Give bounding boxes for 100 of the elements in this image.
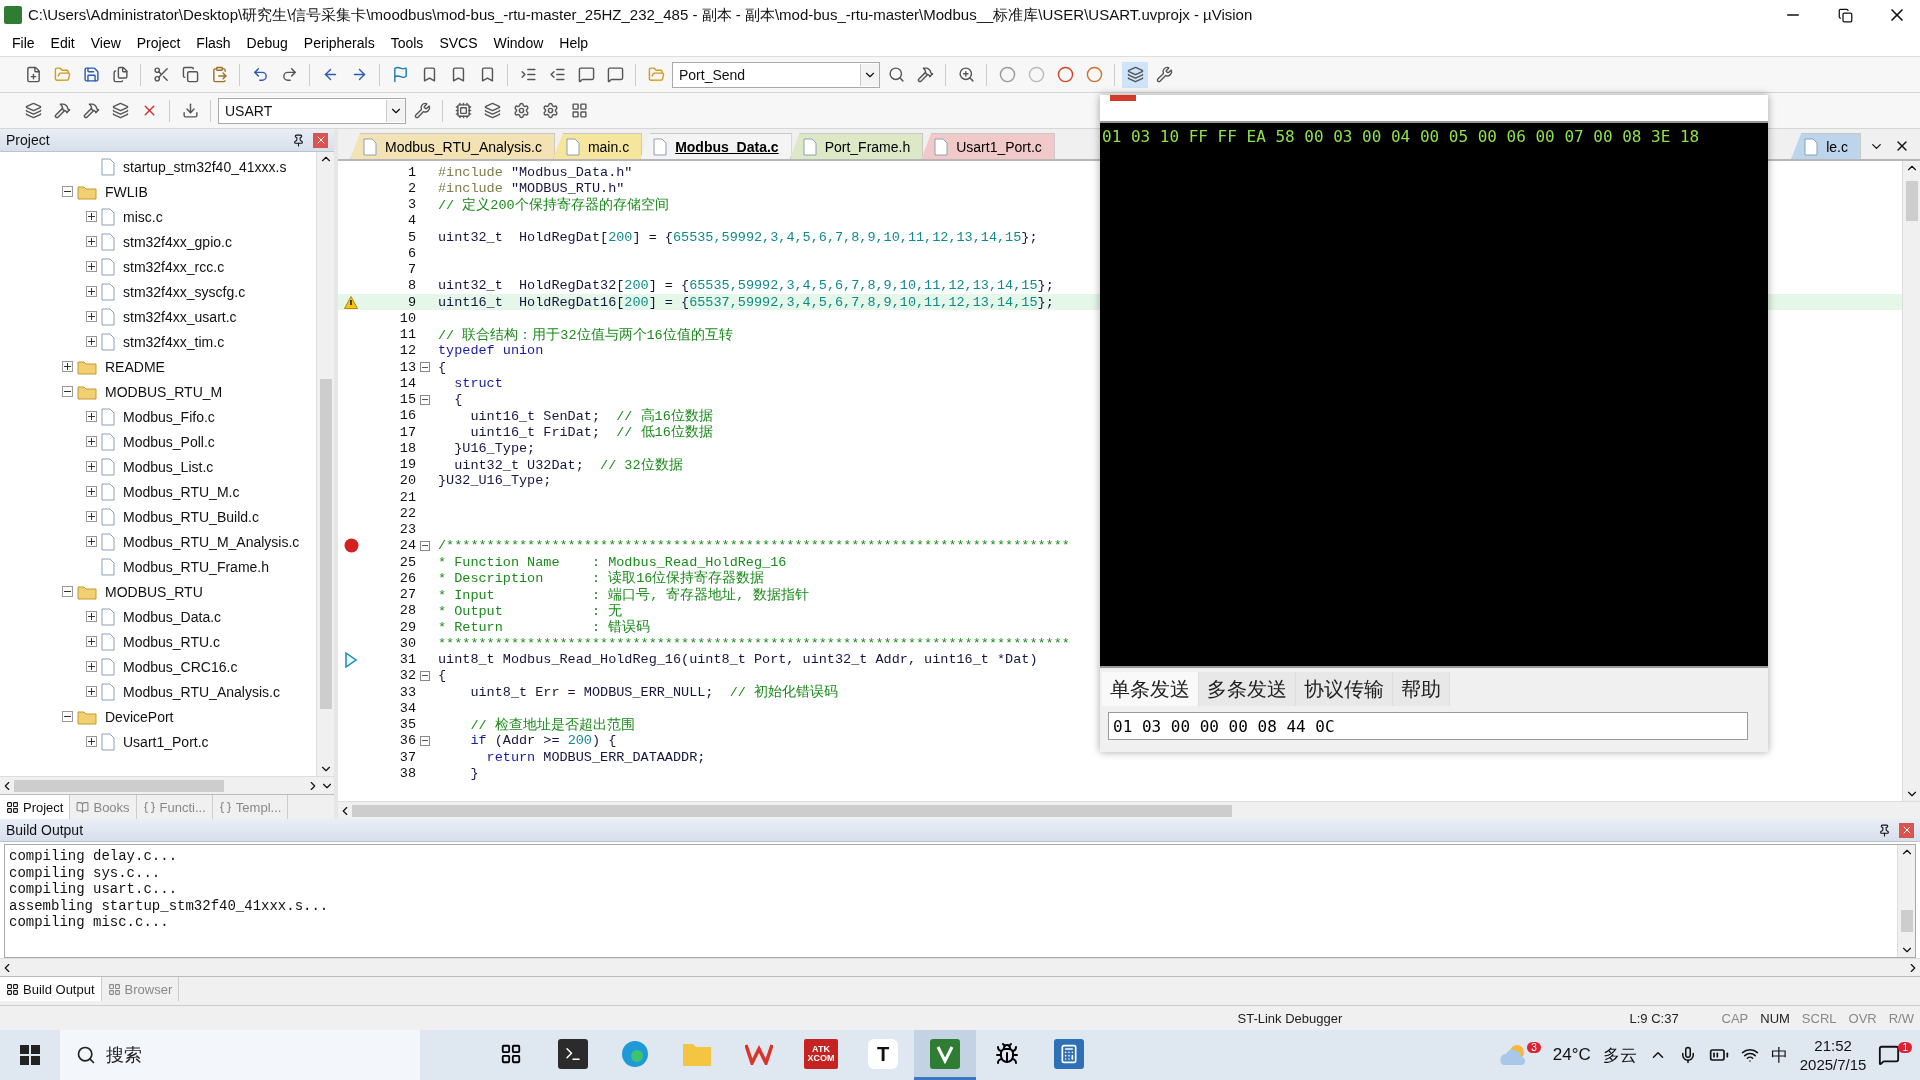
unindent-icon[interactable] [548,66,566,83]
file-tab[interactable]: Modbus_RTU_Analysis.c [350,133,555,159]
expand-icon[interactable] [86,736,97,747]
taskbar-app[interactable]: ATK XCOM [790,1030,852,1080]
collapse-icon[interactable] [62,711,73,722]
fold-icon[interactable] [420,540,430,551]
breakpoint-icon[interactable] [343,538,359,554]
vertical-scrollbar[interactable] [1902,161,1920,801]
circle-icon[interactable] [1085,66,1103,83]
scrollbar-thumb[interactable] [1900,910,1913,932]
start-icon[interactable] [20,1045,40,1065]
file-label[interactable]: stm32f4xx_usart.c [123,308,237,325]
file-tab[interactable]: Usart1_Port.c [921,133,1055,159]
restore-icon[interactable] [1837,7,1853,23]
file-label[interactable]: Modbus_Data.c [123,608,222,625]
panel-tab[interactable]: Project [0,795,71,819]
input-method-indicator[interactable]: 中 [1770,1043,1788,1067]
file-tab[interactable]: le.c [1791,133,1861,159]
menu-item[interactable]: View [82,33,129,53]
send-mode-tab[interactable]: 单条发送 [1102,672,1199,706]
target-dropdown[interactable]: USART [218,97,406,124]
fold-icon[interactable] [420,735,430,746]
file-label[interactable]: stm32f4xx_rcc.c [123,258,225,275]
vertical-scrollbar[interactable] [316,152,334,776]
expand-icon[interactable] [86,411,97,422]
save-all-icon[interactable] [111,66,129,83]
send-mode-tab[interactable]: 多条发送 [1199,672,1296,706]
layers-icon[interactable] [24,102,42,119]
save-icon[interactable] [82,66,100,83]
wifi-icon[interactable] [1740,1046,1759,1064]
file-tab[interactable]: main.c [552,133,643,159]
file-label[interactable]: stm32f4xx_syscfg.c [123,283,246,300]
file-label[interactable]: Modbus_RTU_Build.c [123,508,259,525]
fold-icon[interactable] [420,670,430,681]
menu-item[interactable]: Peripherals [295,33,383,53]
circle-icon[interactable] [998,66,1016,83]
circle-icon[interactable] [1056,66,1074,83]
menu-item[interactable]: Project [128,33,189,53]
wrench-icon[interactable] [413,102,431,119]
folder-label[interactable]: DevicePort [105,708,174,725]
collapse-icon[interactable] [62,386,73,397]
menu-item[interactable]: SVCS [431,33,486,53]
redo-icon[interactable] [280,66,298,83]
cut-icon[interactable] [152,66,170,83]
fold-icon[interactable] [420,362,430,373]
scrollbar-thumb[interactable] [14,779,224,792]
expand-icon[interactable] [86,461,97,472]
file-label[interactable]: Usart1_Port.c [123,733,209,750]
notification-icon[interactable] [1878,1044,1901,1066]
wrench-icon[interactable] [1155,66,1173,83]
file-label[interactable]: Modbus_Fifo.c [123,408,215,425]
fold-icon[interactable] [420,394,430,405]
expand-icon[interactable] [86,636,97,647]
zoom-icon[interactable] [957,66,975,83]
panel-tab[interactable]: Build Output [0,977,102,1001]
pin-icon[interactable] [1878,823,1891,837]
file-label[interactable]: Modbus_List.c [123,458,214,475]
file-label[interactable]: stm32f4xx_tim.c [123,333,225,350]
expand-icon[interactable] [86,511,97,522]
send-mode-tab[interactable]: 帮助 [1393,672,1450,706]
clock[interactable]: 21:52 2025/7/15 [1799,1036,1867,1074]
hammer-icon[interactable] [916,66,934,83]
find-dropdown[interactable]: Port_Send [672,61,880,88]
expand-icon[interactable] [86,486,97,497]
layers-icon[interactable] [483,102,501,119]
expand-icon[interactable] [86,311,97,322]
indent-icon[interactable] [519,66,537,83]
expand-icon[interactable] [86,211,97,222]
collapse-icon[interactable] [62,186,73,197]
expand-icon[interactable] [86,261,97,272]
horizontal-scrollbar[interactable] [0,958,1920,976]
send-mode-tab[interactable]: 协议传输 [1296,672,1393,706]
window-layout-icon[interactable] [1126,66,1144,83]
file-label[interactable]: Modbus_CRC16.c [123,658,238,675]
scrollbar-thumb[interactable] [352,804,1232,817]
copy-icon[interactable] [181,66,199,83]
file-label[interactable]: Modbus_RTU.c [123,633,220,650]
vertical-scrollbar[interactable] [1897,845,1915,957]
folder-label[interactable]: README [105,358,165,375]
hammer-icon[interactable] [82,102,100,119]
menu-item[interactable]: Window [485,33,552,53]
comment-icon[interactable] [577,66,595,83]
flag-icon[interactable] [391,66,409,83]
expand-icon[interactable] [62,361,73,372]
file-label[interactable]: stm32f4xx_gpio.c [123,233,232,250]
taskbar-app[interactable]: T [852,1030,914,1080]
expand-icon[interactable] [86,336,97,347]
comment-icon[interactable] [606,66,624,83]
expand-icon[interactable] [86,611,97,622]
pin-icon[interactable] [292,133,305,147]
menu-item[interactable]: Debug [238,33,296,53]
menu-item[interactable]: File [4,33,43,53]
new-file-icon[interactable] [24,66,42,83]
scrollbar-thumb[interactable] [1905,181,1918,221]
file-label[interactable]: Modbus_RTU_M.c [123,483,240,500]
horizontal-scrollbar[interactable] [0,776,334,794]
expand-icon[interactable] [86,286,97,297]
menu-item[interactable]: Help [551,33,597,53]
search-icon[interactable] [887,66,905,83]
menu-item[interactable]: Edit [42,33,83,53]
